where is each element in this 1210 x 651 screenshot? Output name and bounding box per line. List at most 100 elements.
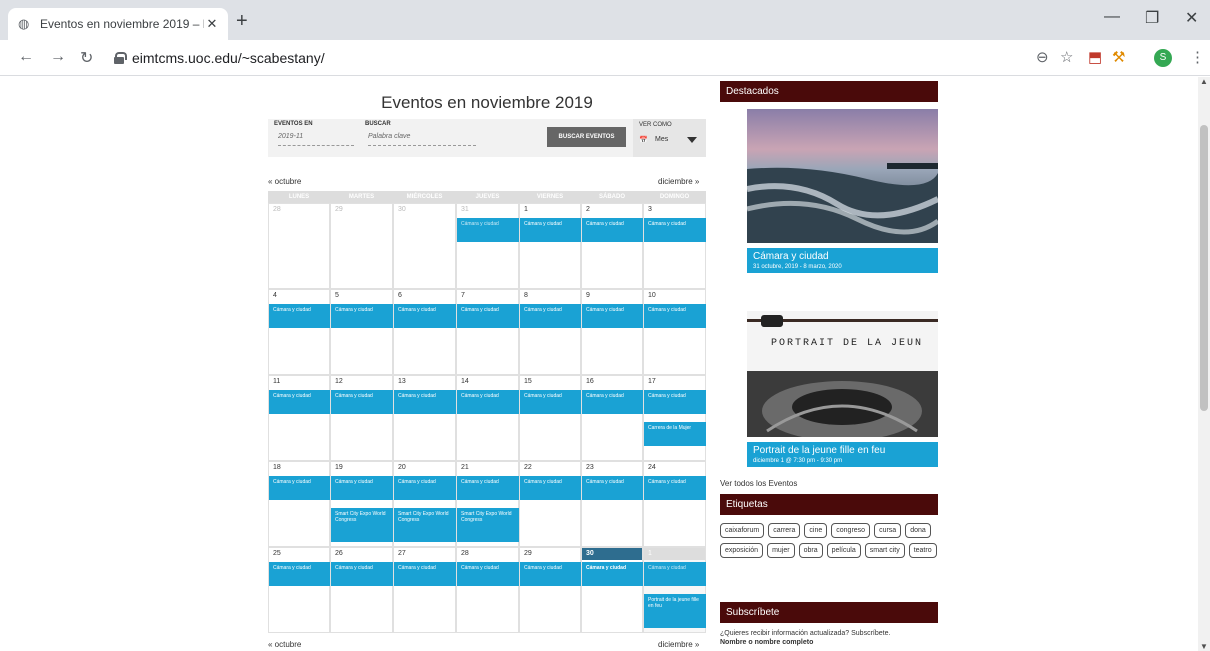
featured-event-2[interactable]: PORTRAIT DE LA JEUN Portrait de la jeune… [747,311,938,467]
day-cell[interactable]: 17 Cámara y ciudad Carrera de la Mujer [643,375,706,461]
day-cell[interactable]: 9 Cámara y ciudad [581,289,643,375]
day-cell[interactable]: 5 Cámara y ciudad [330,289,393,375]
tag-link[interactable]: cursa [874,523,902,538]
url-field[interactable]: eimtcms.uoc.edu/~scabestany/ [108,44,1018,72]
day-cell[interactable]: 13 Cámara y ciudad [393,375,456,461]
restore-icon[interactable]: ❐ [1145,8,1159,28]
tag-link[interactable]: caixaforum [720,523,765,538]
minimize-icon[interactable]: — [1104,8,1120,26]
calendar-event[interactable]: Cámara y ciudad [331,476,393,500]
calendar-event[interactable]: Cámara y ciudad [269,562,330,586]
calendar-event[interactable]: Cámara y ciudad [520,304,581,328]
tag-link[interactable]: teatro [908,543,937,558]
day-cell[interactable]: 24 Cámara y ciudad [643,461,706,547]
prev-month-link[interactable]: « octubre [268,177,301,186]
day-cell[interactable]: 25 Cámara y ciudad [268,547,330,633]
search-events-button[interactable]: BUSCAR EVENTOS [547,127,626,147]
reload-icon[interactable]: ↻ [80,48,93,68]
day-cell[interactable]: 18 Cámara y ciudad [268,461,330,547]
day-cell[interactable]: 23 Cámara y ciudad [581,461,643,547]
vertical-scrollbar[interactable]: ▲ ▼ [1198,77,1210,651]
day-cell[interactable]: 26 Cámara y ciudad [330,547,393,633]
calendar-event[interactable]: Cámara y ciudad [582,562,643,586]
zoom-icon[interactable]: ⊖ [1036,49,1049,67]
calendar-event[interactable]: Cámara y ciudad [457,390,519,414]
view-all-events-link[interactable]: Ver todos los Eventos [720,479,797,488]
day-cell[interactable]: 12 Cámara y ciudad [330,375,393,461]
calendar-event[interactable]: Cámara y ciudad [644,390,706,414]
pdf-extension-icon[interactable]: ⬒ [1088,49,1102,67]
calendar-event[interactable]: Cámara y ciudad [394,562,456,586]
calendar-event[interactable]: Smart City Expo World Congress [457,508,519,542]
calendar-event[interactable]: Cámara y ciudad [644,304,706,328]
calendar-event[interactable]: Cámara y ciudad [457,304,519,328]
calendar-event[interactable]: Cámara y ciudad [644,562,706,586]
tag-link[interactable]: obra [798,543,823,558]
calendar-event[interactable]: Cámara y ciudad [269,304,330,328]
bookmark-star-icon[interactable]: ☆ [1060,49,1073,67]
calendar-event[interactable]: Cámara y ciudad [582,390,643,414]
calendar-event[interactable]: Cámara y ciudad [457,218,519,242]
day-cell[interactable]: 19 Cámara y ciudad Smart City Expo World C… [330,461,393,547]
close-tab-icon[interactable]: ✕ [204,16,220,32]
wrench-extension-icon[interactable]: ⚒ [1112,49,1125,67]
calendar-event[interactable]: Cámara y ciudad [394,476,456,500]
back-icon[interactable]: ← [18,48,34,66]
calendar-event[interactable]: Cámara y ciudad [331,304,393,328]
day-cell[interactable]: 2 Cámara y ciudad [581,203,643,289]
calendar-event[interactable]: Cámara y ciudad [394,390,456,414]
calendar-event[interactable]: Cámara y ciudad [331,390,393,414]
day-cell[interactable]: 30 Cámara y ciudad [581,547,643,633]
calendar-event[interactable]: Cámara y ciudad [582,304,643,328]
calendar-event[interactable]: Cámara y ciudad [644,476,706,500]
scroll-thumb[interactable] [1200,125,1208,411]
prev-month-link-bottom[interactable]: « octubre [268,640,301,649]
calendar-event[interactable]: Cámara y ciudad [582,218,643,242]
day-cell[interactable]: 21 Cámara y ciudad Smart City Expo World C… [456,461,519,547]
calendar-event[interactable]: Cámara y ciudad [582,476,643,500]
day-cell[interactable]: 28 Cámara y ciudad [456,547,519,633]
scroll-up-icon[interactable]: ▲ [1200,77,1208,86]
scroll-down-icon[interactable]: ▼ [1200,642,1208,651]
day-cell[interactable]: 8 Cámara y ciudad [519,289,581,375]
browser-tab[interactable]: ◍ Eventos en noviembre 2019 – Ev ✕ [8,8,228,40]
tag-link[interactable]: película [826,543,861,558]
view-as-dropdown[interactable]: VER COMO 📅 Mes [633,119,706,157]
day-cell[interactable]: 16 Cámara y ciudad [581,375,643,461]
next-month-link[interactable]: diciembre » [658,177,699,186]
calendar-event[interactable]: Smart City Expo World Congress [394,508,456,542]
day-cell[interactable]: 10 Cámara y ciudad [643,289,706,375]
day-cell[interactable]: 11 Cámara y ciudad [268,375,330,461]
day-cell[interactable]: 3 Cámara y ciudad [643,203,706,289]
calendar-event[interactable]: Cámara y ciudad [269,390,330,414]
calendar-event[interactable]: Cámara y ciudad [520,218,581,242]
next-month-link-bottom[interactable]: diciembre » [658,640,699,649]
tag-link[interactable]: smart city [864,543,905,558]
day-cell[interactable]: 6 Cámara y ciudad [393,289,456,375]
day-cell[interactable]: 4 Cámara y ciudad [268,289,330,375]
calendar-event[interactable]: Cámara y ciudad [457,562,519,586]
menu-dots-icon[interactable]: ⋮ [1190,49,1205,67]
day-cell[interactable]: 15 Cámara y ciudad [519,375,581,461]
calendar-event[interactable]: Cámara y ciudad [520,476,581,500]
calendar-event[interactable]: Cámara y ciudad [520,562,581,586]
day-cell[interactable]: 27 Cámara y ciudad [393,547,456,633]
tag-link[interactable]: cine [804,523,828,538]
calendar-event[interactable]: Carrera de la Mujer [644,422,706,446]
tag-link[interactable]: dona [905,523,931,538]
day-cell[interactable]: 7 Cámara y ciudad [456,289,519,375]
day-cell[interactable]: 1 Cámara y ciudad Portrait de la jeune fil… [643,547,706,633]
calendar-event[interactable]: Cámara y ciudad [394,304,456,328]
tag-link[interactable]: congreso [831,523,871,538]
close-window-icon[interactable]: ✕ [1185,8,1198,28]
day-cell[interactable]: 14 Cámara y ciudad [456,375,519,461]
day-cell[interactable]: 29 Cámara y ciudad [519,547,581,633]
day-cell[interactable]: 1 Cámara y ciudad [519,203,581,289]
day-cell[interactable]: 28 [268,203,330,289]
profile-avatar-icon[interactable]: S [1154,49,1172,67]
day-cell[interactable]: 29 [330,203,393,289]
tag-link[interactable]: mujer [767,543,795,558]
keyword-input[interactable]: Palabra clave [368,133,476,146]
featured-event-1[interactable]: Cámara y ciudad 31 octubre, 2019 - 8 mar… [746,109,940,273]
day-cell[interactable]: 30 [393,203,456,289]
